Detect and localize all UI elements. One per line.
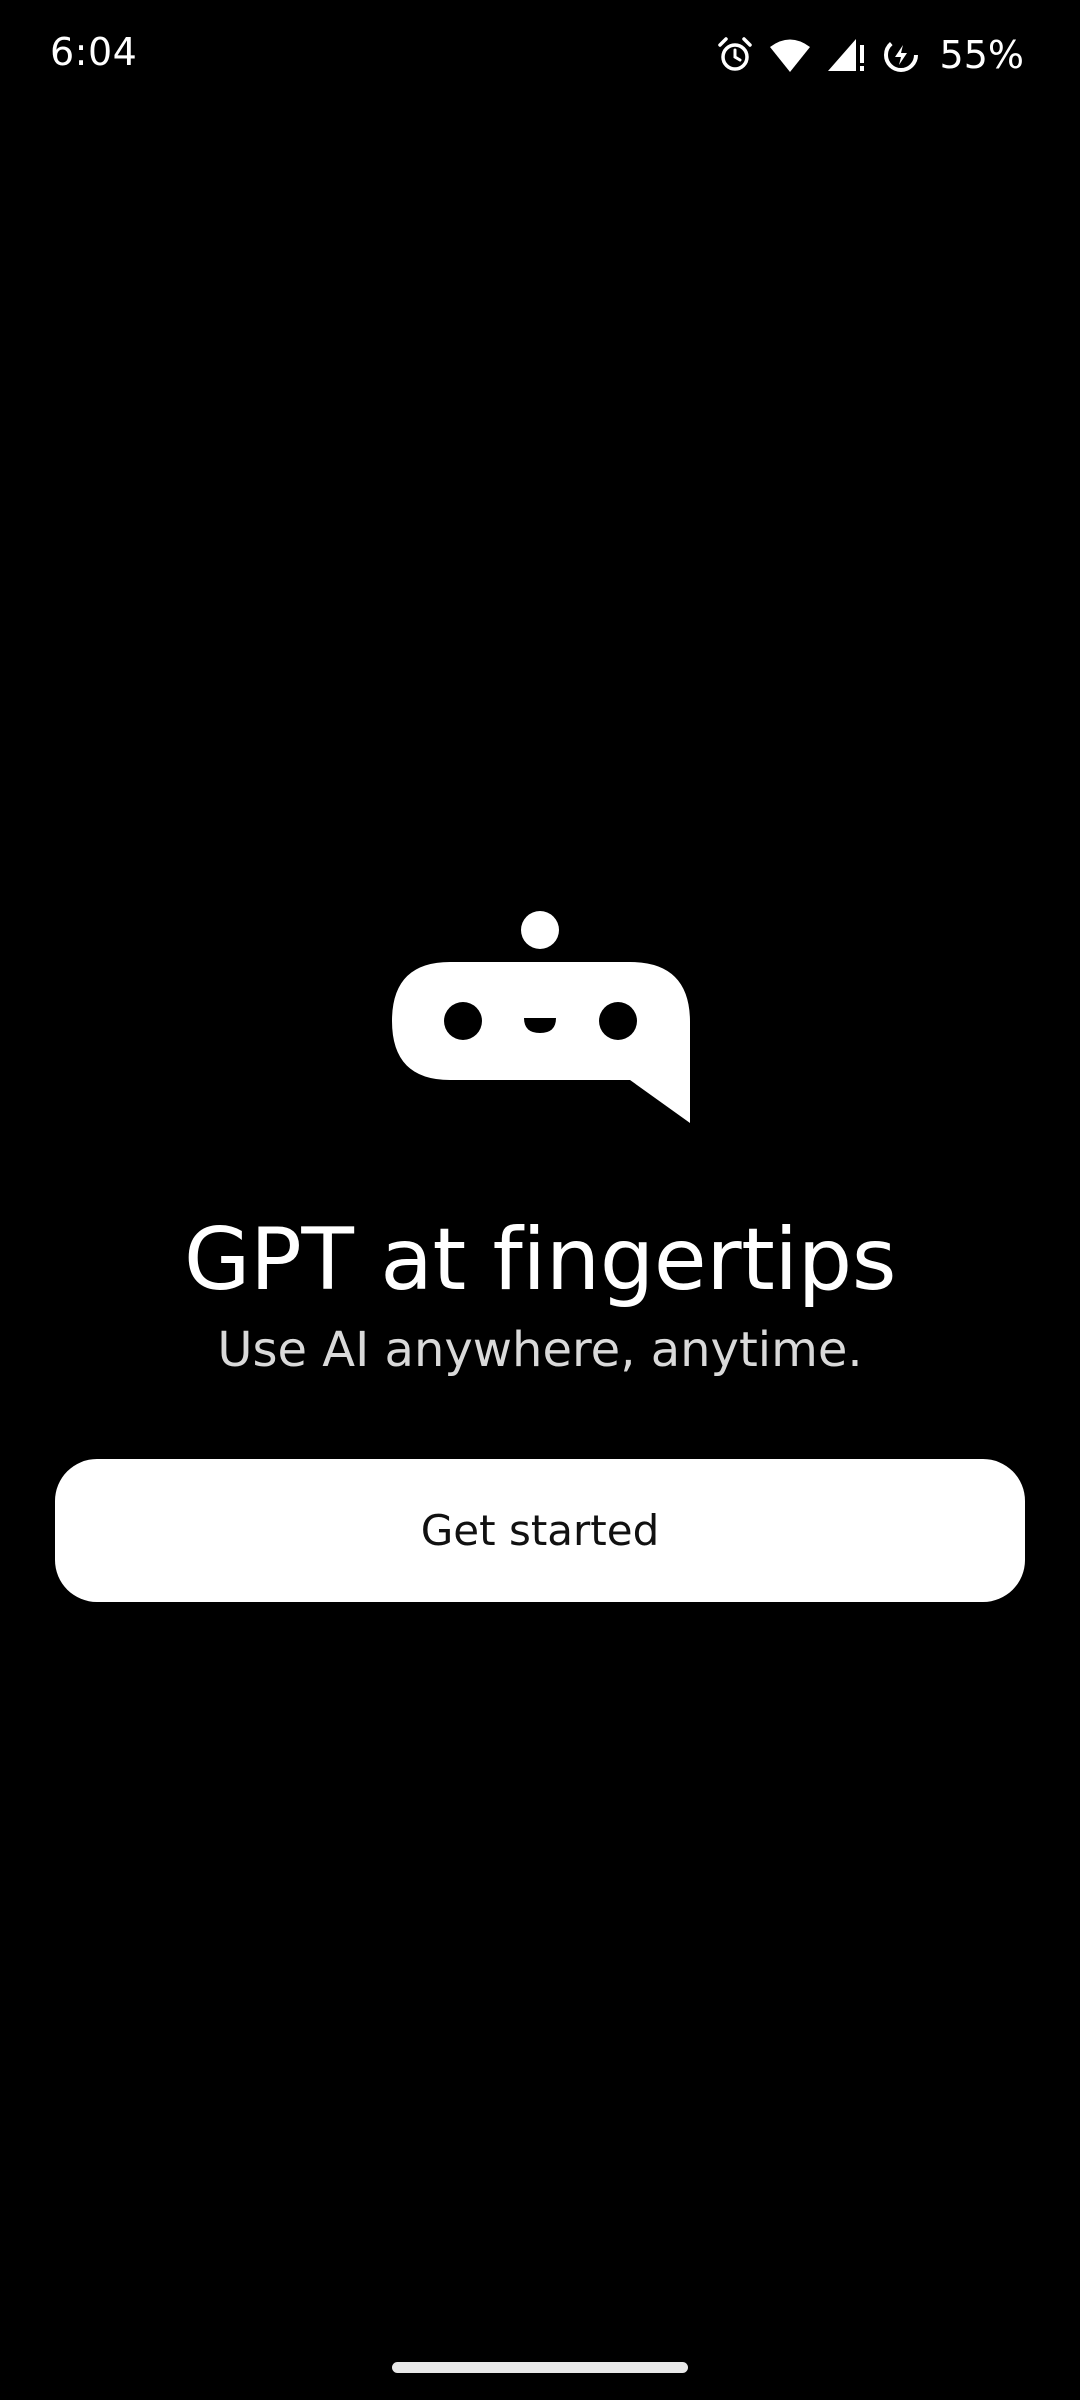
get-started-button[interactable]: Get started xyxy=(55,1459,1025,1602)
chatbot-bubble-icon xyxy=(390,905,690,1125)
page-title: GPT at fingertips xyxy=(183,1210,897,1310)
gesture-navigation-bar[interactable] xyxy=(392,2362,688,2373)
status-bar: 6:04 55% xyxy=(0,0,1080,110)
status-time: 6:04 xyxy=(50,30,138,74)
battery-charging-icon xyxy=(882,36,920,74)
alarm-icon xyxy=(716,36,754,74)
status-icons: 55% xyxy=(716,30,1024,80)
get-started-label: Get started xyxy=(420,1506,660,1555)
cell-signal-icon xyxy=(826,37,866,73)
page-subtitle: Use AI anywhere, anytime. xyxy=(217,1322,863,1378)
battery-percent: 55% xyxy=(939,33,1024,77)
wifi-icon xyxy=(769,38,810,72)
